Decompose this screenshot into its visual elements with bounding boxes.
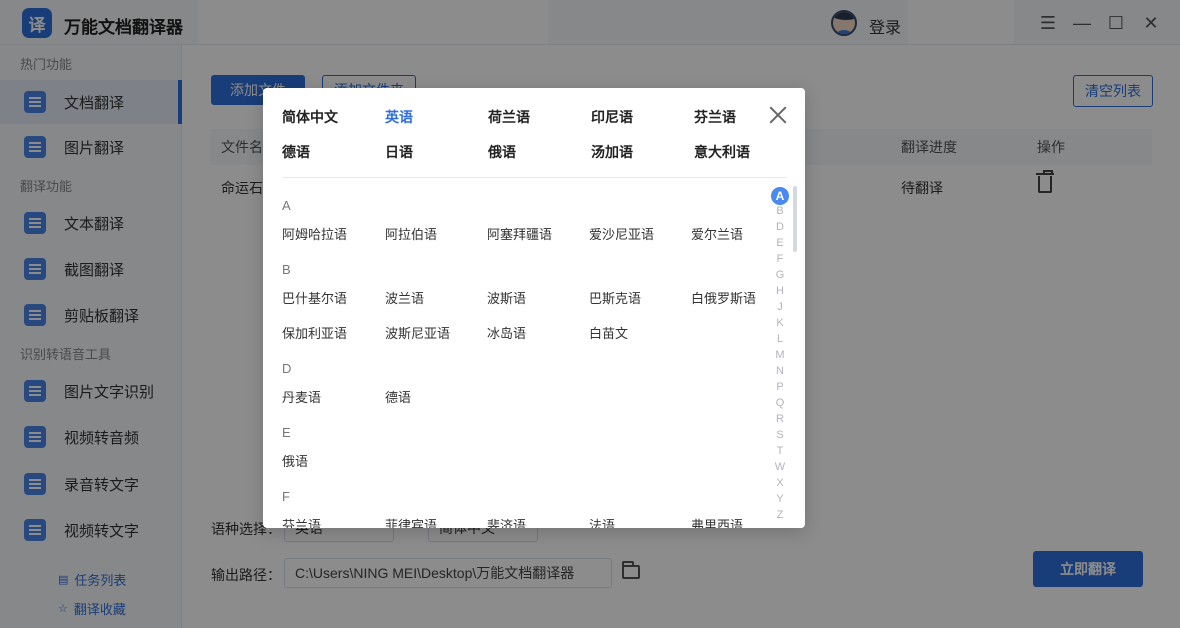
alpha-index-letter[interactable]: N bbox=[770, 365, 790, 377]
language-option[interactable]: 波斯语 bbox=[487, 288, 526, 307]
alpha-index-letter[interactable]: Z bbox=[770, 509, 790, 521]
alpha-index-letter[interactable]: Q bbox=[770, 397, 790, 409]
language-option[interactable]: 冰岛语 bbox=[487, 323, 526, 342]
letter-heading-a: A bbox=[282, 198, 291, 213]
common-lang-option[interactable]: 芬兰语 bbox=[694, 107, 736, 127]
alpha-index-letter[interactable]: F bbox=[770, 253, 790, 265]
language-option[interactable]: 弗里西语 bbox=[691, 515, 743, 528]
language-option[interactable]: 爱尔兰语 bbox=[691, 224, 743, 243]
language-option[interactable]: 巴斯克语 bbox=[589, 288, 641, 307]
language-picker-modal: 简体中文 英语 荷兰语 印尼语 芬兰语 德语 日语 俄语 汤加语 意大利语 A … bbox=[263, 88, 805, 528]
common-lang-option[interactable]: 日语 bbox=[385, 142, 413, 162]
language-option[interactable]: 波兰语 bbox=[385, 288, 424, 307]
alpha-index-letter[interactable]: X bbox=[770, 477, 790, 489]
language-option[interactable]: 丹麦语 bbox=[282, 387, 321, 406]
letter-heading-d: D bbox=[282, 361, 292, 376]
alpha-index-letter[interactable]: T bbox=[770, 445, 790, 457]
alpha-index-letter[interactable]: H bbox=[770, 285, 790, 297]
alpha-index-letter[interactable]: G bbox=[770, 269, 790, 281]
common-lang-option-selected[interactable]: 英语 bbox=[385, 107, 413, 127]
language-option[interactable]: 爱沙尼亚语 bbox=[589, 224, 654, 243]
language-option[interactable]: 菲律宾语 bbox=[385, 515, 437, 528]
language-option[interactable]: 阿姆哈拉语 bbox=[282, 224, 347, 243]
alpha-index-a[interactable]: A bbox=[771, 187, 789, 205]
alpha-index-letter[interactable]: J bbox=[770, 301, 790, 313]
alpha-index-letter[interactable]: K bbox=[770, 317, 790, 329]
language-option[interactable]: 阿塞拜疆语 bbox=[487, 224, 552, 243]
common-lang-option[interactable]: 荷兰语 bbox=[488, 107, 530, 127]
alpha-index-letter[interactable]: B bbox=[770, 205, 790, 217]
common-lang-option[interactable]: 俄语 bbox=[488, 142, 516, 162]
language-list: A 阿姆哈拉语 阿拉伯语 阿塞拜疆语 爱沙尼亚语 爱尔兰语 B 巴什基尔语 波兰… bbox=[263, 178, 805, 528]
common-lang-option[interactable]: 意大利语 bbox=[694, 142, 750, 162]
language-option[interactable]: 白苗文 bbox=[589, 323, 628, 342]
alpha-index-letter[interactable]: Y bbox=[770, 493, 790, 505]
language-option[interactable]: 巴什基尔语 bbox=[282, 288, 347, 307]
common-lang-option[interactable]: 简体中文 bbox=[282, 107, 338, 127]
letter-heading-f: F bbox=[282, 489, 290, 504]
language-option[interactable]: 保加利亚语 bbox=[282, 323, 347, 342]
language-option[interactable]: 阿拉伯语 bbox=[385, 224, 437, 243]
language-option[interactable]: 法语 bbox=[589, 515, 615, 528]
letter-heading-e: E bbox=[282, 425, 291, 440]
alpha-index-letter[interactable]: L bbox=[770, 333, 790, 345]
language-option[interactable]: 德语 bbox=[385, 387, 411, 406]
common-lang-option[interactable]: 印尼语 bbox=[591, 107, 633, 127]
language-option[interactable]: 斐济语 bbox=[487, 515, 526, 528]
alpha-index-letter[interactable]: S bbox=[770, 429, 790, 441]
alpha-index-letter[interactable]: P bbox=[770, 381, 790, 393]
language-option[interactable]: 芬兰语 bbox=[282, 515, 321, 528]
common-lang-option[interactable]: 汤加语 bbox=[591, 142, 633, 162]
language-option[interactable]: 波斯尼亚语 bbox=[385, 323, 450, 342]
alpha-index-letter[interactable]: M bbox=[770, 349, 790, 361]
scrollbar-thumb[interactable] bbox=[793, 186, 797, 252]
alpha-index-letter[interactable]: D bbox=[770, 221, 790, 233]
alpha-index-letter[interactable]: E bbox=[770, 237, 790, 249]
alpha-index-letter[interactable]: W bbox=[770, 461, 790, 473]
common-lang-option[interactable]: 德语 bbox=[282, 142, 310, 162]
letter-heading-b: B bbox=[282, 262, 291, 277]
language-option[interactable]: 俄语 bbox=[282, 451, 308, 470]
language-option[interactable]: 白俄罗斯语 bbox=[691, 288, 756, 307]
close-icon[interactable] bbox=[768, 105, 788, 125]
alpha-index-letter[interactable]: R bbox=[770, 413, 790, 425]
